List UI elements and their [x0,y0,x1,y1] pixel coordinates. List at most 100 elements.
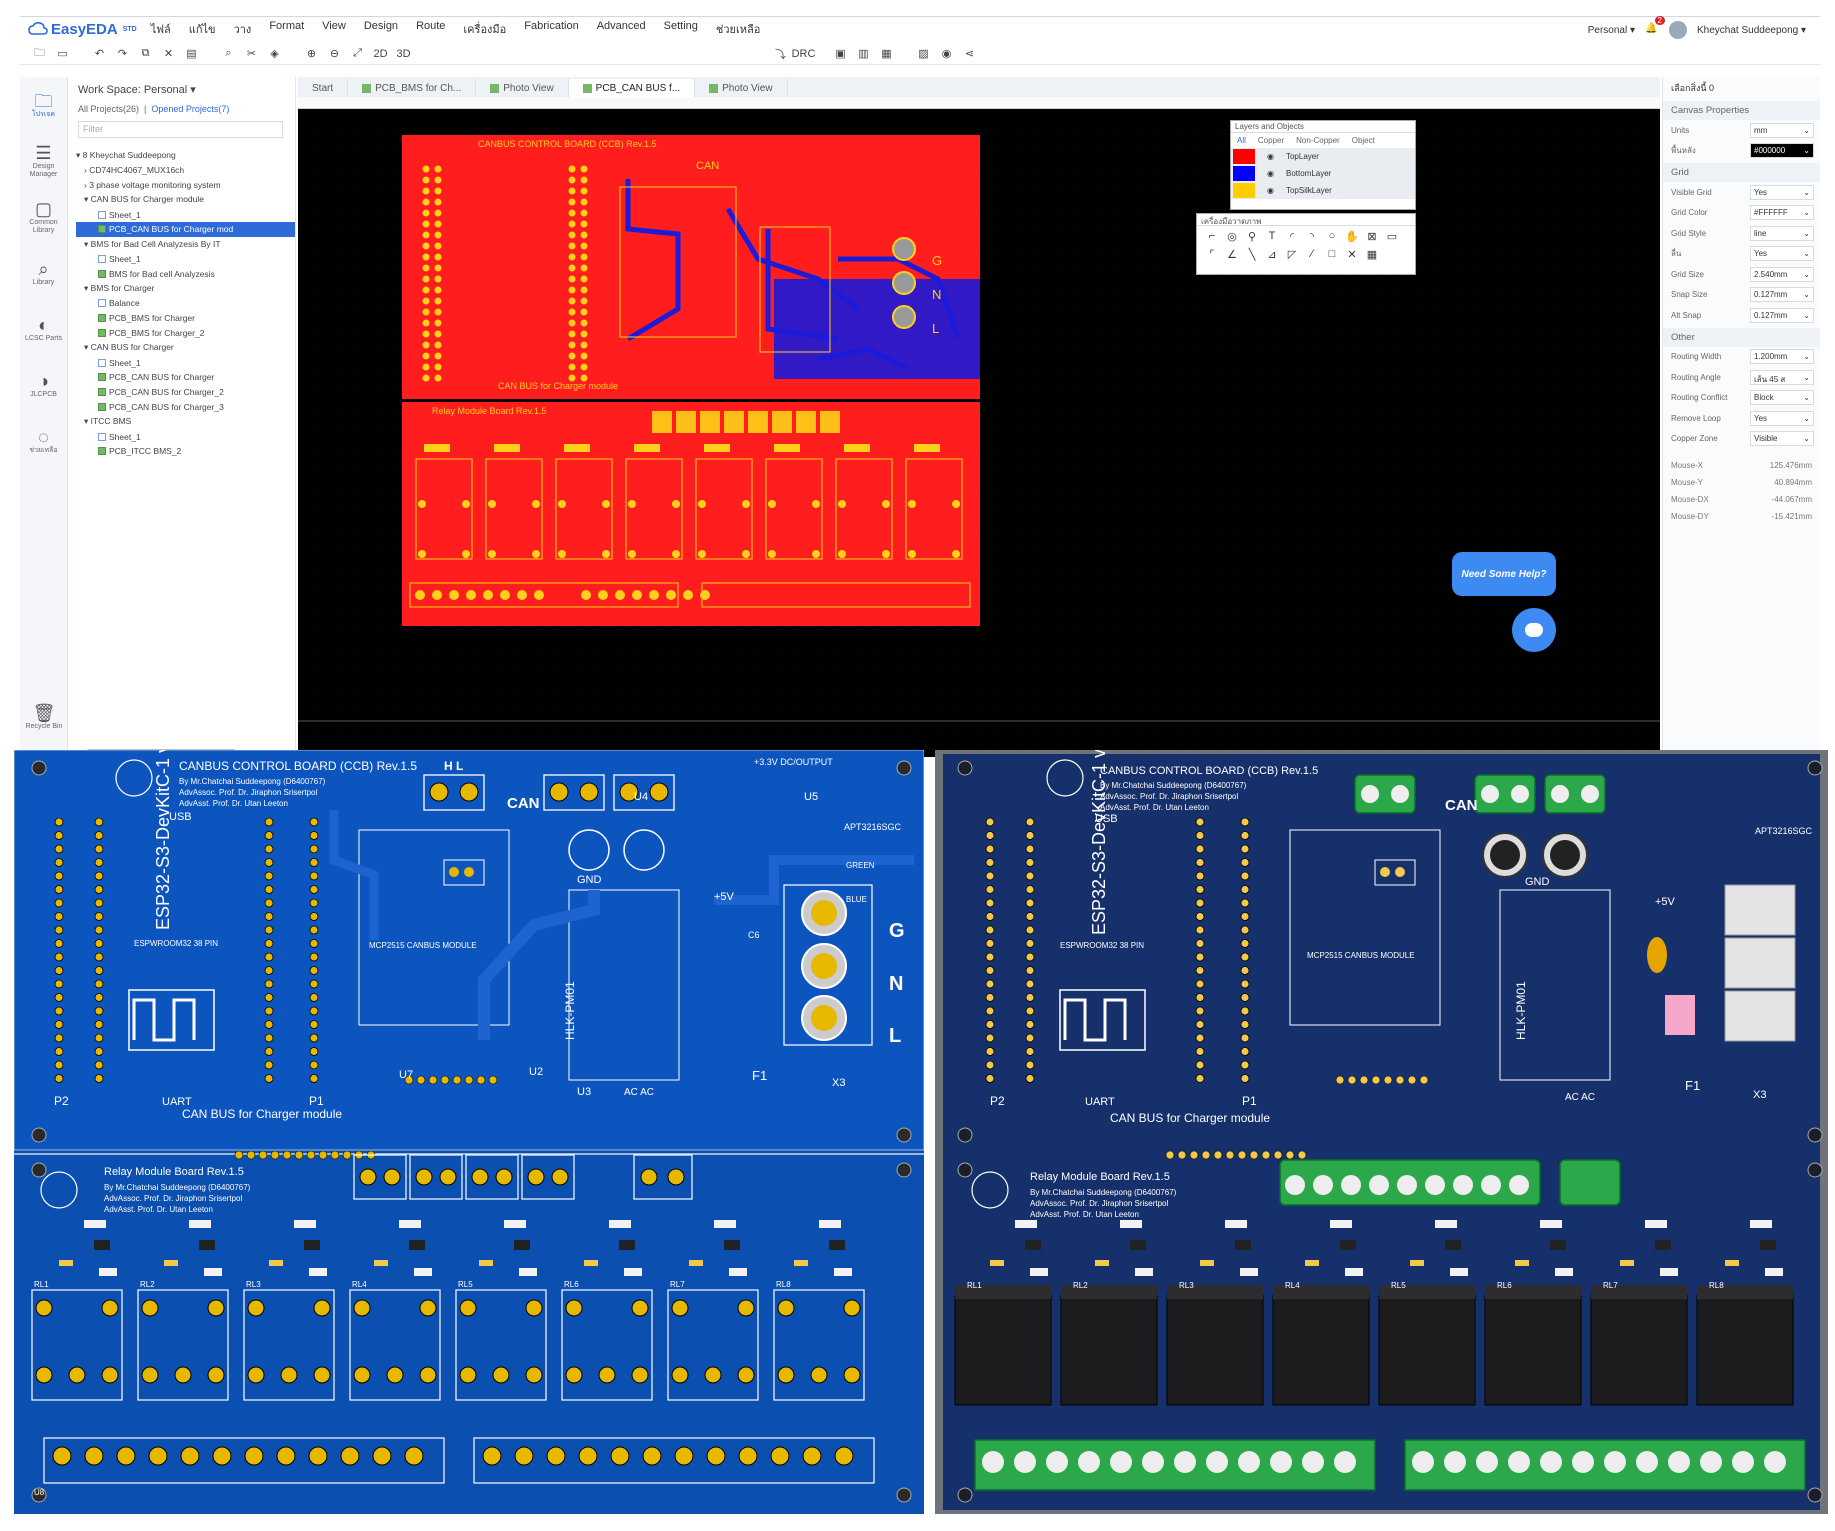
layer-color-swatch[interactable] [1233,166,1255,181]
image-tool-icon[interactable]: ⊠ [1363,230,1381,246]
eye-icon[interactable]: ◉ [1267,169,1274,178]
dimension-tool-icon[interactable]: ⊿ [1263,248,1281,264]
property-value[interactable]: line ⌄ [1750,225,1814,241]
grid-section[interactable]: Grid [1663,163,1820,182]
tree-item[interactable]: ▾ CAN BUS for Charger [76,340,295,355]
paint-icon[interactable]: ◈ [265,45,284,63]
canvas-properties-section[interactable]: Canvas Properties [1663,101,1820,120]
hole-tool-icon[interactable] [1403,230,1421,246]
menu-item-5[interactable]: Design [364,20,398,38]
chat-icon[interactable] [1512,608,1556,652]
arc-tool-icon[interactable]: ◜ [1283,230,1301,246]
property-value[interactable]: 1.200mm ⌄ [1750,349,1814,365]
menu-item-6[interactable]: Route [416,20,445,38]
menu-item-2[interactable]: วาง [234,20,252,38]
layer-color-swatch[interactable] [1233,183,1255,198]
text-tool-icon[interactable]: T [1263,230,1281,246]
property-value[interactable]: Yes ⌄ [1750,410,1814,426]
tree-item[interactable]: PCB_CAN BUS for Charger [76,370,295,385]
tree-item[interactable]: › CD74HC4067_MUX16ch [76,163,295,178]
filter-input[interactable]: Filter [78,121,283,138]
avatar[interactable] [1669,21,1687,39]
copy-icon[interactable]: ⧉ [136,45,155,63]
menu-item-8[interactable]: Fabrication [524,20,578,38]
property-value[interactable]: #FFFFFF ⌄ [1750,205,1814,221]
nav-jlcpcb[interactable]: ◑ JLCPCB [20,357,67,413]
delete-icon[interactable]: ✕ [159,45,178,63]
eye-icon[interactable]: ◉ [1267,186,1274,195]
menu-item-1[interactable]: แก้ไข [189,20,216,38]
tree-item[interactable]: ▾ ITCC BMS [76,414,295,429]
property-value[interactable]: เส้น 45 ส ⌄ [1750,369,1814,385]
all-projects-tab[interactable]: All Projects(26) [78,104,139,114]
3d-icon[interactable]: 3D [394,45,413,63]
property-value[interactable]: Visible ⌄ [1750,431,1814,447]
nav-design-manager[interactable]: ☰ Design Manager [20,133,67,189]
square-tool-icon[interactable]: □ [1323,248,1341,264]
menu-item-4[interactable]: View [322,20,346,38]
recycle-bin[interactable]: 🗑 Recycle Bin [20,689,68,745]
opened-projects-tab[interactable]: Opened Projects(7) [151,104,229,114]
brush-tool-icon[interactable]: ∕ [1303,248,1321,264]
tree-item[interactable]: Sheet_1 [76,355,295,370]
menu-item-7[interactable]: เครื่องมือ [463,20,506,38]
tree-item[interactable]: ▾ BMS for Bad Cell Analyzesis By IT [76,237,295,252]
doc-tab[interactable]: PCB_CAN BUS f... [568,79,696,97]
doc-tab[interactable]: PCB_BMS for Ch... [348,79,477,97]
share-icon[interactable]: ⋖ [960,45,979,63]
property-value[interactable]: Block ⌄ [1750,390,1814,406]
layers-tab[interactable]: All [1237,136,1246,145]
doc-tab[interactable]: Start [298,79,349,97]
menu-item-0[interactable]: ไฟล์ [151,20,171,38]
folder-open-icon[interactable]: 🗀 [30,45,49,63]
property-value[interactable]: 2.540mm ⌄ [1750,266,1814,282]
fit-icon[interactable]: ⤢ [348,45,367,63]
menu-item-11[interactable]: ช่วยเหลือ [716,20,760,38]
layers-icon[interactable]: ◉ [937,45,956,63]
save-icon[interactable]: ▭ [53,45,72,63]
layer-color-swatch[interactable] [1233,149,1255,164]
pcb-canvas[interactable]: CANBUS CONTROL BOARD (CCB) Rev.1.5 CAN B… [298,109,1660,757]
layer-row[interactable]: ◉ BottomLayer [1231,165,1415,182]
property-value[interactable]: 0.127mm ⌄ [1750,307,1814,323]
eye-icon[interactable]: ◉ [1267,152,1274,161]
personal-menu[interactable]: Personal ▾ [1588,25,1635,36]
tree-item[interactable]: PCB_CAN BUS for Charger_3 [76,400,295,415]
tree-item[interactable]: Balance [76,296,295,311]
tree-item[interactable]: PCB_BMS for Charger [76,311,295,326]
property-value[interactable]: 0.127mm ⌄ [1750,287,1814,303]
menu-item-3[interactable]: Format [269,20,304,38]
nav-search[interactable]: ⌕ Library [20,245,67,301]
tree-item[interactable]: ▾ CAN BUS for Charger module [76,192,295,207]
tree-item[interactable]: PCB_BMS for Charger_2 [76,326,295,341]
layers-tab[interactable]: Copper [1258,136,1284,145]
cut-icon[interactable]: ✂ [242,45,261,63]
property-value[interactable]: Yes ⌄ [1750,184,1814,200]
tree-item[interactable]: Sheet_1 [76,207,295,222]
tree-item[interactable]: ▾ BMS for Charger [76,281,295,296]
doc-tab[interactable]: Photo View [695,79,788,97]
workspace-selector[interactable]: Work Space: Personal ▾ [70,77,295,102]
redo-icon[interactable]: ↷ [113,45,132,63]
pad-tool-icon[interactable]: ◎ [1223,230,1241,246]
layer-row[interactable]: ◉ TopLayer [1231,148,1415,165]
property-value[interactable]: Yes ⌄ [1750,246,1814,262]
via-tool-icon[interactable]: ⚲ [1243,230,1261,246]
clipboard-icon[interactable]: ▤ [182,45,201,63]
tree-item[interactable]: Sheet_1 [76,429,295,444]
line-tool-icon[interactable]: ╲ [1243,248,1261,264]
nav-lcsc[interactable]: ◐ LCSC Parts [20,301,67,357]
angle-tool-icon[interactable]: ∠ [1223,248,1241,264]
panel-icon[interactable]: ▦ [877,45,896,63]
image-icon[interactable]: ▣ [831,45,850,63]
nav-help[interactable]: ◌ ช่วยเหลือ [20,413,67,469]
tree-item[interactable]: PCB_ITCC BMS_2 [76,444,295,459]
property-value[interactable]: mm ⌄ [1750,122,1814,138]
zoom-in-icon[interactable]: ⊕ [302,45,321,63]
layers-tab[interactable]: Object [1352,136,1375,145]
tree-item[interactable]: PCB_CAN BUS for Charger mod [76,221,295,237]
easyeda-logo[interactable]: EasyEDA STD [20,21,137,38]
cross-tool-icon[interactable]: ✕ [1343,248,1361,264]
tree-item[interactable]: PCB_CAN BUS for Charger_2 [76,385,295,400]
tree-item[interactable]: BMS for Bad cell Analyzesis [76,266,295,281]
